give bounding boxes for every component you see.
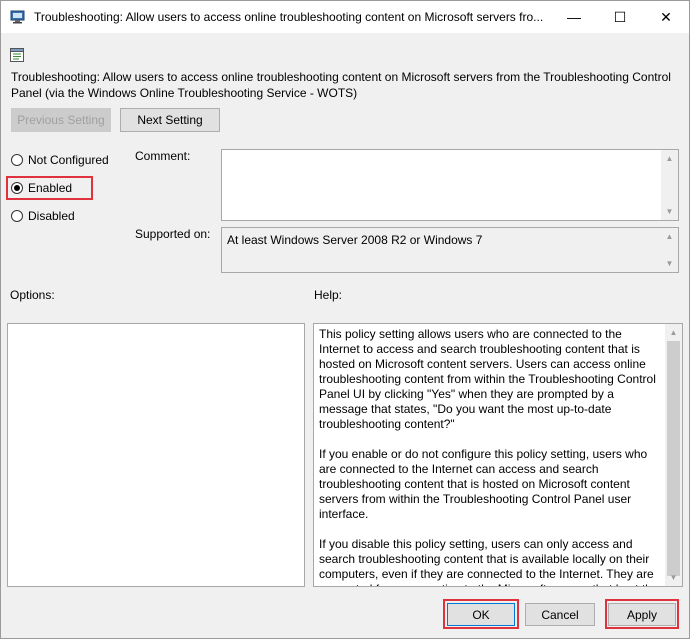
help-text: This policy setting allows users who are…: [319, 327, 659, 586]
radio-label-disabled: Disabled: [28, 209, 75, 223]
maximize-button[interactable]: ☐: [597, 1, 643, 33]
supported-on-value: At least Windows Server 2008 R2 or Windo…: [227, 233, 483, 247]
title-bar[interactable]: Troubleshooting: Allow users to access o…: [1, 1, 689, 33]
cancel-button[interactable]: Cancel: [525, 603, 595, 626]
comment-textarea[interactable]: ▲ ▼: [221, 149, 679, 221]
minimize-button[interactable]: —: [551, 1, 597, 33]
supported-on-field: At least Windows Server 2008 R2 or Windo…: [221, 227, 679, 273]
scroll-up-icon[interactable]: ▲: [661, 228, 678, 245]
policy-setting-icon: [10, 48, 24, 62]
scroll-up-icon[interactable]: ▲: [665, 324, 682, 341]
help-panel[interactable]: This policy setting allows users who are…: [313, 323, 683, 587]
supported-scrollbar[interactable]: ▲ ▼: [661, 228, 678, 272]
previous-setting-button[interactable]: Previous Setting: [11, 108, 111, 132]
comment-label: Comment:: [135, 149, 191, 163]
options-label: Options:: [10, 288, 55, 302]
comment-scrollbar[interactable]: ▲ ▼: [661, 150, 678, 220]
group-policy-app-icon: [10, 10, 25, 24]
radio-not-configured[interactable]: Not Configured: [11, 151, 109, 169]
ok-button[interactable]: OK: [447, 603, 515, 626]
radio-circle-selected[interactable]: [11, 182, 23, 194]
window-title: Troubleshooting: Allow users to access o…: [34, 10, 544, 24]
scroll-down-icon[interactable]: ▼: [661, 255, 678, 272]
scroll-down-icon[interactable]: ▼: [661, 203, 678, 220]
radio-enabled[interactable]: Enabled: [11, 179, 72, 197]
scroll-down-icon[interactable]: ▼: [665, 569, 682, 586]
help-text-viewport: This policy setting allows users who are…: [314, 324, 666, 586]
scroll-up-icon[interactable]: ▲: [661, 150, 678, 167]
policy-dialog-window: Troubleshooting: Allow users to access o…: [0, 0, 690, 639]
options-panel: [7, 323, 305, 587]
policy-full-title: Troubleshooting: Allow users to access o…: [11, 70, 671, 100]
radio-disabled[interactable]: Disabled: [11, 207, 75, 225]
radio-circle[interactable]: [11, 210, 23, 222]
radio-circle[interactable]: [11, 154, 23, 166]
radio-label-not-configured: Not Configured: [28, 153, 109, 167]
supported-on-label: Supported on:: [135, 227, 211, 241]
help-label: Help:: [314, 288, 343, 302]
radio-label-enabled: Enabled: [28, 181, 73, 195]
help-scroll-thumb[interactable]: [667, 341, 680, 576]
next-setting-button[interactable]: Next Setting: [120, 108, 220, 132]
close-button[interactable]: ✕: [643, 1, 689, 33]
help-scrollbar[interactable]: ▲ ▼: [665, 324, 682, 586]
apply-button[interactable]: Apply: [608, 603, 676, 626]
